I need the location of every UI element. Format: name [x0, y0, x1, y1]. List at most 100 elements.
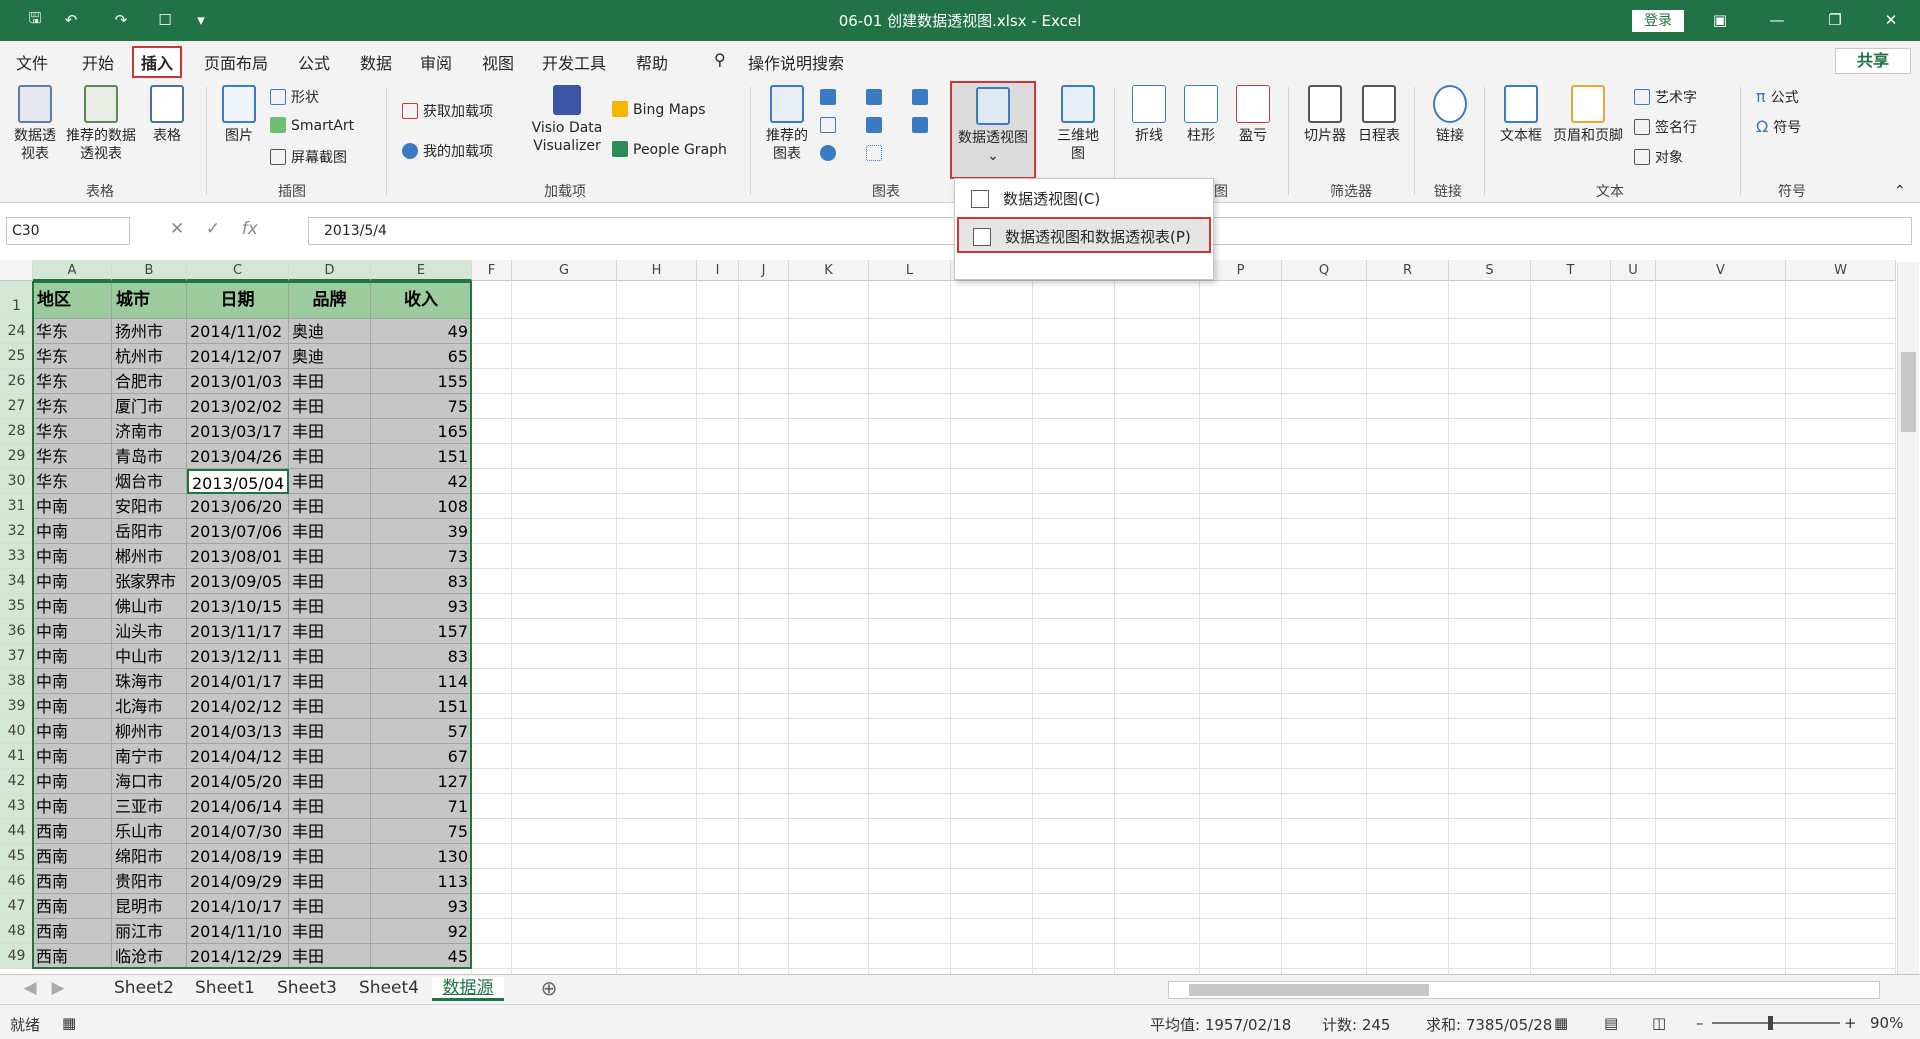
table-cell[interactable]: 2013/08/01 [187, 544, 289, 569]
object-button[interactable]: 对象 [1634, 147, 1683, 167]
table-cell[interactable]: 丽江市 [112, 919, 187, 944]
row-header[interactable]: 25 [0, 344, 33, 369]
table-cell[interactable]: 丰田 [289, 894, 371, 919]
column-header[interactable]: S [1449, 260, 1531, 281]
table-cell[interactable]: 2013/04/26 [187, 444, 289, 469]
table-cell[interactable]: 2014/11/02 [187, 319, 289, 344]
table-cell[interactable]: 西南 [33, 844, 112, 869]
row-header[interactable]: 28 [0, 419, 33, 444]
table-cell[interactable]: 2014/12/29 [187, 944, 289, 969]
row-header[interactable]: 30 [0, 469, 33, 494]
macro-record-icon[interactable]: ▦ [62, 1014, 76, 1032]
table-cell[interactable]: 83 [371, 644, 472, 669]
table-cell[interactable]: 155 [371, 369, 472, 394]
row-header[interactable]: 37 [0, 644, 33, 669]
table-cell[interactable]: 2013/11/17 [187, 619, 289, 644]
bing-maps-button[interactable]: Bing Maps [612, 101, 706, 118]
table-cell[interactable]: 中南 [33, 569, 112, 594]
table-cell[interactable]: 67 [371, 744, 472, 769]
table-cell[interactable]: 中南 [33, 719, 112, 744]
column-header[interactable]: A [33, 260, 112, 281]
people-graph-button[interactable]: People Graph [612, 141, 727, 158]
menu-item-pivot-chart[interactable]: 数据透视图(C) [957, 181, 1211, 217]
column-chart-button[interactable] [820, 89, 841, 106]
smartart-button[interactable]: SmartArt [270, 117, 354, 134]
table-cell[interactable]: 贵阳市 [112, 869, 187, 894]
tab-review[interactable]: 审阅 [420, 50, 452, 74]
table-cell[interactable]: 2014/02/12 [187, 694, 289, 719]
table-cell[interactable]: 2014/05/20 [187, 769, 289, 794]
header-cell[interactable]: 品牌 [289, 281, 371, 319]
table-cell[interactable]: 2014/03/13 [187, 719, 289, 744]
column-header[interactable]: L [869, 260, 951, 281]
table-cell[interactable]: 丰田 [289, 869, 371, 894]
table-cell[interactable]: 中南 [33, 544, 112, 569]
row-header[interactable]: 38 [0, 669, 33, 694]
tab-data[interactable]: 数据 [360, 50, 392, 74]
wordart-button[interactable]: 艺术字 [1634, 87, 1697, 107]
row-header[interactable]: 44 [0, 819, 33, 844]
table-cell[interactable]: 2014/01/17 [187, 669, 289, 694]
table-cell[interactable]: 151 [371, 694, 472, 719]
table-cell[interactable]: 西南 [33, 869, 112, 894]
table-cell[interactable]: 绵阳市 [112, 844, 187, 869]
table-cell[interactable]: 75 [371, 394, 472, 419]
table-cell[interactable]: 奥迪 [289, 319, 371, 344]
table-cell[interactable]: 丰田 [289, 494, 371, 519]
table-cell[interactable]: 西南 [33, 894, 112, 919]
equation-button[interactable]: π 公式 [1756, 87, 1799, 107]
zoom-out-icon[interactable]: – [1696, 1014, 1704, 1032]
table-cell[interactable]: 中南 [33, 644, 112, 669]
table-cell[interactable]: 71 [371, 794, 472, 819]
table-cell[interactable]: 西南 [33, 919, 112, 944]
tab-file[interactable]: 文件 [16, 50, 48, 74]
table-cell[interactable]: 丰田 [289, 369, 371, 394]
pivot-table-button[interactable]: 数据透视表 [8, 85, 62, 163]
header-footer-button[interactable]: 页眉和页脚 [1550, 85, 1626, 145]
table-cell[interactable]: 165 [371, 419, 472, 444]
table-cell[interactable]: 丰田 [289, 469, 371, 494]
column-header[interactable]: K [789, 260, 869, 281]
row-header[interactable]: 35 [0, 594, 33, 619]
table-cell[interactable]: 海口市 [112, 769, 187, 794]
minimize-icon[interactable]: — [1762, 8, 1792, 32]
table-cell[interactable]: 临沧市 [112, 944, 187, 969]
table-cell[interactable]: 39 [371, 519, 472, 544]
table-cell[interactable]: 厦门市 [112, 394, 187, 419]
table-cell[interactable]: 中南 [33, 619, 112, 644]
insert-function-icon[interactable]: fx [242, 219, 258, 239]
row-header[interactable]: 42 [0, 769, 33, 794]
row-header[interactable]: 43 [0, 794, 33, 819]
header-cell[interactable]: 城市 [112, 281, 187, 319]
table-cell[interactable]: 中南 [33, 794, 112, 819]
worksheet-grid[interactable]: ABCDEFGHIJKLMNOPQRSTUVW1地区城市日期品牌收入24华东扬州… [0, 260, 1920, 974]
sheet-tab[interactable]: Sheet2 [104, 977, 184, 1001]
table-cell[interactable]: 中南 [33, 769, 112, 794]
table-cell[interactable]: 丰田 [289, 769, 371, 794]
tab-formulas[interactable]: 公式 [298, 50, 330, 74]
table-cell[interactable]: 丰田 [289, 644, 371, 669]
table-cell[interactable]: 2014/06/14 [187, 794, 289, 819]
horizontal-scrollbar[interactable] [1168, 981, 1880, 999]
table-cell[interactable]: 丰田 [289, 719, 371, 744]
table-cell[interactable]: 73 [371, 544, 472, 569]
table-cell[interactable]: 郴州市 [112, 544, 187, 569]
zoom-slider[interactable] [1712, 1016, 1840, 1030]
column-header[interactable]: W [1786, 260, 1896, 281]
row-header[interactable]: 45 [0, 844, 33, 869]
combo-chart-button[interactable] [912, 117, 933, 134]
table-cell[interactable]: 华东 [33, 469, 112, 494]
table-cell[interactable]: 45 [371, 944, 472, 969]
sparkline-winloss-button[interactable]: 盈亏 [1232, 85, 1274, 145]
scatter-chart-button[interactable] [866, 145, 887, 162]
table-cell[interactable]: 珠海市 [112, 669, 187, 694]
table-cell[interactable]: 丰田 [289, 619, 371, 644]
table-cell[interactable]: 华东 [33, 369, 112, 394]
pivot-chart-button[interactable]: 数据透视图 ⌄ [950, 81, 1036, 179]
3d-map-button[interactable]: 三维地图 [1054, 85, 1102, 163]
restore-icon[interactable]: ❐ [1820, 8, 1850, 32]
table-cell[interactable]: 2013/01/03 [187, 369, 289, 394]
zoom-thumb[interactable] [1768, 1016, 1773, 1030]
row-header[interactable]: 29 [0, 444, 33, 469]
header-cell[interactable]: 收入 [371, 281, 472, 319]
